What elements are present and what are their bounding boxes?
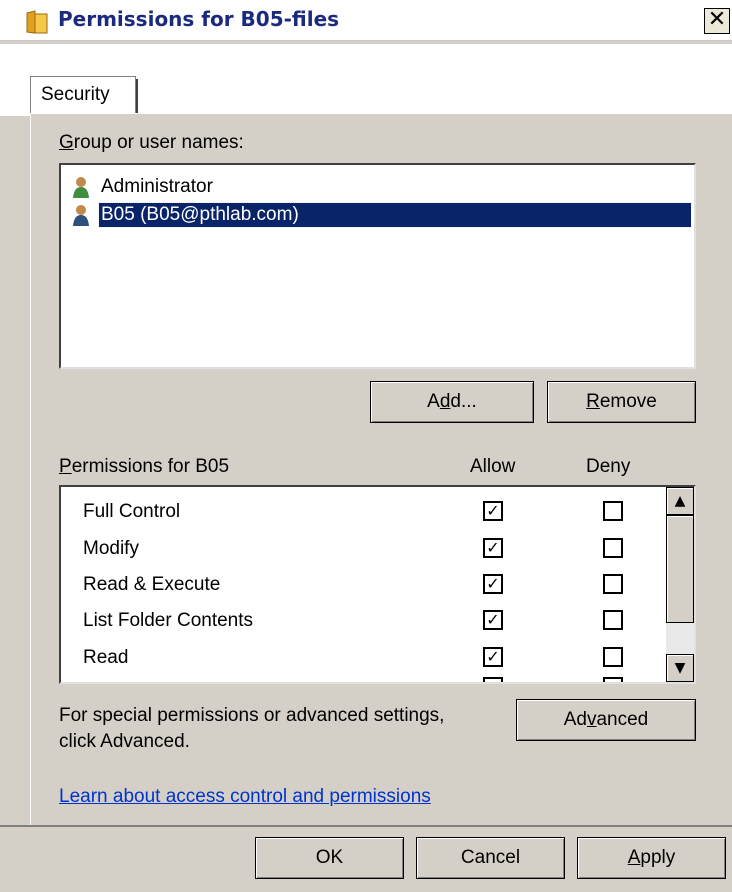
user-row-administrator[interactable]: Administrator: [71, 174, 691, 200]
folder-icon: [26, 10, 48, 34]
add-label-accel: d: [439, 391, 451, 412]
deny-checkbox-read-execute[interactable]: [603, 574, 623, 594]
permissions-dialog: Permissions for B05-files ✕ Security Gro…: [0, 0, 732, 892]
remove-label-accel: R: [586, 391, 600, 412]
close-button[interactable]: ✕: [704, 8, 730, 34]
permission-name: Modify: [83, 538, 139, 559]
advanced-text-line1: For special permissions or advanced sett…: [59, 705, 445, 726]
permission-name: List Folder Contents: [83, 610, 254, 631]
allow-checkbox-list-folder-contents[interactable]: ✓: [483, 610, 503, 630]
allow-header: Allow: [470, 456, 516, 477]
allow-checkbox-read[interactable]: ✓: [483, 647, 503, 667]
cancel-button[interactable]: Cancel: [416, 837, 565, 879]
user-icon: [73, 205, 89, 226]
user-name: Administrator: [101, 176, 213, 197]
remove-button[interactable]: Remove: [547, 381, 696, 423]
tab-security[interactable]: Security: [30, 76, 138, 115]
deny-checkbox-list-folder-contents[interactable]: [603, 610, 623, 630]
deny-checkbox-full-control[interactable]: [603, 501, 623, 521]
advanced-button[interactable]: Advanced: [516, 699, 696, 741]
permission-name: Read & Execute: [83, 574, 221, 595]
apply-label-accel: A: [627, 847, 641, 868]
title-bar: Permissions for B05-files ✕: [0, 0, 732, 41]
panel-bottom-edge: [0, 825, 732, 827]
advanced-label-post: anced: [596, 709, 649, 730]
allow-checkbox-full-control[interactable]: ✓: [483, 501, 503, 521]
add-label-pre: A: [427, 391, 440, 412]
allow-checkbox-read-execute[interactable]: ✓: [483, 574, 503, 594]
remove-label-post: emove: [599, 391, 657, 412]
advanced-label-pre: Ad: [563, 709, 587, 730]
permissions-label: Permissions for B05: [59, 456, 229, 478]
add-label-post: d...: [450, 391, 477, 412]
deny-header: Deny: [586, 456, 631, 477]
group-users-label: Group or user names:: [59, 132, 244, 154]
advanced-text-line2: click Advanced.: [59, 731, 190, 752]
deny-checkbox-modify[interactable]: [603, 538, 623, 558]
user-row-b05[interactable]: B05 (B05@pthlab.com): [71, 202, 692, 228]
allow-checkbox-partial[interactable]: [483, 677, 503, 682]
permission-name: Full Control: [83, 501, 181, 522]
user-list[interactable]: Administrator B05 (B05@pthlab.com): [59, 163, 696, 369]
apply-button[interactable]: Apply: [577, 837, 726, 879]
ok-button[interactable]: OK: [255, 837, 404, 879]
apply-label-post: pply: [640, 847, 676, 868]
permissions-label-rest: ermissions for B05: [71, 456, 230, 477]
deny-checkbox-read[interactable]: [603, 647, 623, 667]
permissions-list: Full Control ✓ Modify ✓ Read & Execute ✓…: [59, 485, 696, 684]
user-name: B05 (B05@pthlab.com): [98, 202, 692, 228]
deny-checkbox-partial[interactable]: [603, 677, 623, 682]
user-icon: [73, 177, 89, 198]
scroll-down-icon[interactable]: ▼: [666, 654, 694, 682]
scroll-up-icon[interactable]: ▲: [666, 487, 694, 515]
add-button[interactable]: Add...: [370, 381, 534, 423]
group-label-accel: G: [59, 132, 74, 153]
learn-more-link[interactable]: Learn about access control and permissio…: [59, 786, 431, 808]
permissions-scrollbar[interactable]: ▲ ▼: [666, 487, 694, 682]
group-label-rest: roup or user names:: [73, 132, 244, 153]
allow-checkbox-modify[interactable]: ✓: [483, 538, 503, 558]
window-title: Permissions for B05-files: [58, 7, 340, 31]
permission-name: Read: [83, 647, 129, 668]
permissions-label-accel: P: [59, 456, 72, 477]
scroll-thumb[interactable]: [666, 515, 694, 623]
